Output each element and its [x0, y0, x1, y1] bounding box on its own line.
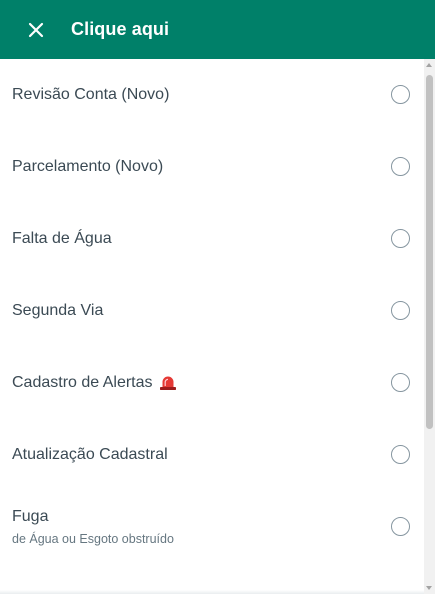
option-cadastro-de-alertas[interactable]: Cadastro de Alertas	[0, 347, 424, 419]
scroll-down-arrow-icon[interactable]	[426, 586, 432, 590]
scrollbar-thumb[interactable]	[426, 75, 433, 429]
option-sublabel: de Água ou Esgoto obstruído	[12, 531, 174, 546]
scrollbar[interactable]	[424, 59, 435, 594]
option-label: Falta de Água	[12, 230, 112, 247]
radio-button[interactable]	[391, 445, 410, 464]
radio-button[interactable]	[391, 85, 410, 104]
siren-icon	[159, 376, 176, 390]
dialog-header: Clique aqui	[0, 0, 435, 59]
option-label: Cadastro de Alertas	[12, 374, 153, 391]
option-fuga[interactable]: Fuga de Água ou Esgoto obstruído	[0, 491, 424, 563]
option-revisao-conta[interactable]: Revisão Conta (Novo)	[0, 59, 424, 131]
option-segunda-via[interactable]: Segunda Via	[0, 275, 424, 347]
close-button[interactable]	[24, 18, 48, 42]
radio-button[interactable]	[391, 157, 410, 176]
option-atualizacao-cadastral[interactable]: Atualização Cadastral	[0, 419, 424, 491]
dialog-title: Clique aqui	[71, 19, 170, 39]
option-parcelamento[interactable]: Parcelamento (Novo)	[0, 131, 424, 203]
radio-button[interactable]	[391, 301, 410, 320]
radio-button[interactable]	[391, 373, 410, 392]
option-label: Parcelamento (Novo)	[12, 158, 164, 175]
option-label: Atualização Cadastral	[12, 446, 168, 463]
option-label: Segunda Via	[12, 302, 104, 319]
option-falta-de-agua[interactable]: Falta de Água	[0, 203, 424, 275]
option-label: Revisão Conta (Novo)	[12, 86, 170, 103]
options-list[interactable]: Revisão Conta (Novo) Parcelamento (Novo)…	[0, 59, 424, 594]
radio-button[interactable]	[391, 517, 410, 536]
close-icon	[28, 22, 44, 37]
scroll-up-arrow-icon[interactable]	[426, 63, 432, 67]
list-bottom-shadow	[0, 590, 424, 594]
radio-button[interactable]	[391, 229, 410, 248]
option-label: Fuga	[12, 507, 49, 525]
